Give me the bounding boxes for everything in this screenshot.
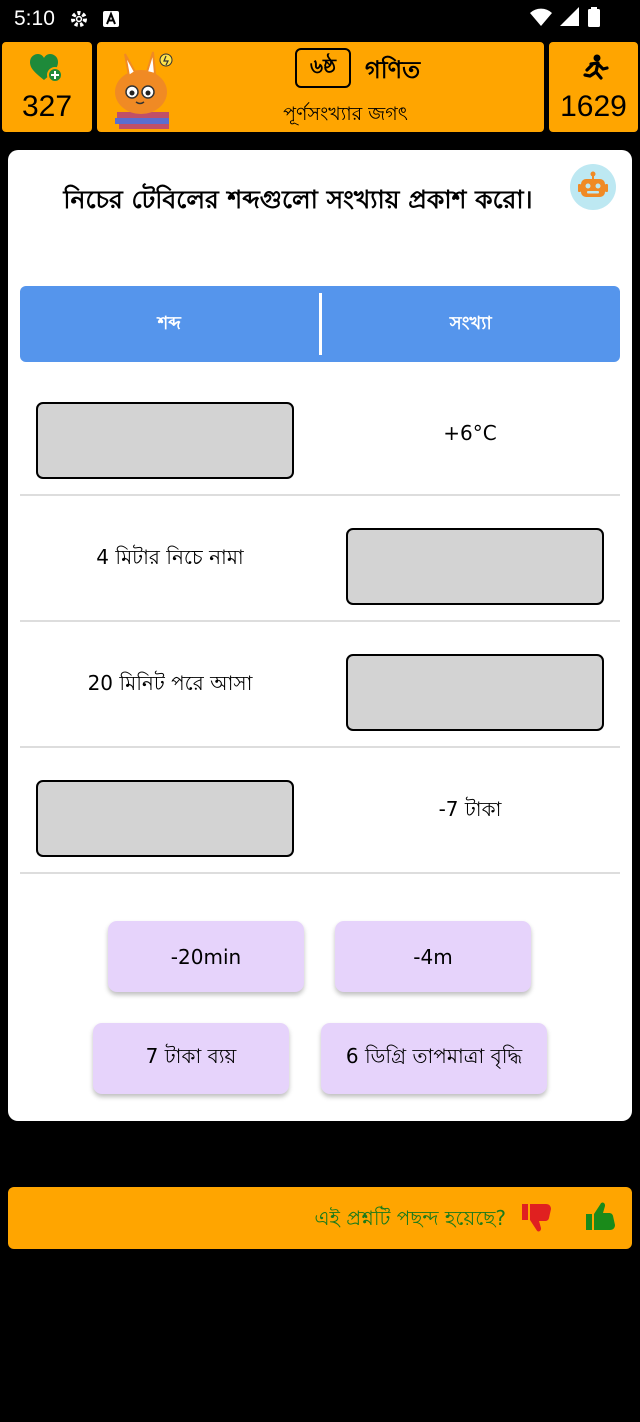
number-cell: -7 টাকা — [438, 796, 502, 821]
feedback-bar: এই প্রশ্নটি পছন্দ হয়েছে? — [8, 1187, 632, 1249]
question-card: নিচের টেবিলের শব্দগুলো সংখ্যায় প্রকাশ ক… — [8, 150, 632, 1121]
word-cell: 4 মিটার নিচে নামা — [96, 544, 244, 569]
subject-title: গণিত — [365, 56, 421, 84]
table-row: -7 টাকা — [20, 748, 620, 874]
thumb-up-icon[interactable] — [584, 1200, 618, 1238]
wifi-icon — [530, 7, 552, 32]
table-row: 20 মিনিট পরে আসা — [20, 622, 620, 748]
table-row: 4 মিটার নিচে নামা — [20, 496, 620, 622]
lives-box[interactable]: 327 — [0, 40, 94, 134]
option-chip[interactable]: 7 টাকা ব্যয় — [93, 1023, 289, 1094]
table-row: +6°C — [20, 370, 620, 496]
keyboard-a-icon — [102, 11, 119, 27]
drop-slot-number-2[interactable] — [346, 528, 604, 605]
heart-plus-icon — [30, 54, 64, 88]
robot-help-button[interactable] — [570, 164, 616, 210]
option-chip[interactable]: -20min — [108, 921, 304, 992]
grade-badge: ৬ষ্ঠ — [295, 48, 351, 88]
drop-slot-word-4[interactable] — [36, 780, 294, 857]
feedback-question: এই প্রশ্নটি পছন্দ হয়েছে? — [314, 1206, 506, 1230]
chapter-title: পূর্ণসংখ্যার জগৎ — [283, 103, 408, 125]
status-time: 5:10 — [14, 7, 55, 30]
settings-gear-icon — [69, 9, 89, 29]
subject-box: ৬ষ্ঠ গণিত পূর্ণসংখ্যার জগৎ — [95, 40, 546, 134]
option-chip[interactable]: -4m — [335, 921, 531, 992]
number-cell: +6°C — [443, 421, 497, 445]
status-bar: 5:10 — [0, 0, 640, 38]
drop-slot-word-1[interactable] — [36, 402, 294, 479]
question-text: নিচের টেবিলের শব্দগুলো সংখ্যায় প্রকাশ ক… — [63, 185, 533, 214]
top-header: 327 ৬ষ্ঠ গণিত পূর্ণসংখ্যার জগৎ 1629 — [0, 40, 640, 134]
table-header: শব্দ সংখ্যা — [20, 286, 620, 362]
runner-icon — [579, 54, 609, 88]
battery-icon — [588, 7, 600, 32]
robot-icon — [578, 171, 608, 203]
score-box: 1629 — [547, 40, 640, 134]
column-header-word: শব্দ — [157, 312, 181, 334]
option-chip[interactable]: 6 ডিগ্রি তাপমাত্রা বৃদ্ধি — [321, 1023, 547, 1094]
thumb-down-icon[interactable] — [520, 1200, 554, 1238]
lives-count: 327 — [21, 90, 73, 123]
signal-icon — [560, 7, 580, 32]
status-indicators — [530, 7, 600, 32]
column-header-number: সংখ্যা — [449, 312, 492, 334]
word-cell: 20 মিনিট পরে আসা — [87, 670, 253, 695]
drop-slot-number-3[interactable] — [346, 654, 604, 731]
score-count: 1629 — [560, 90, 627, 123]
